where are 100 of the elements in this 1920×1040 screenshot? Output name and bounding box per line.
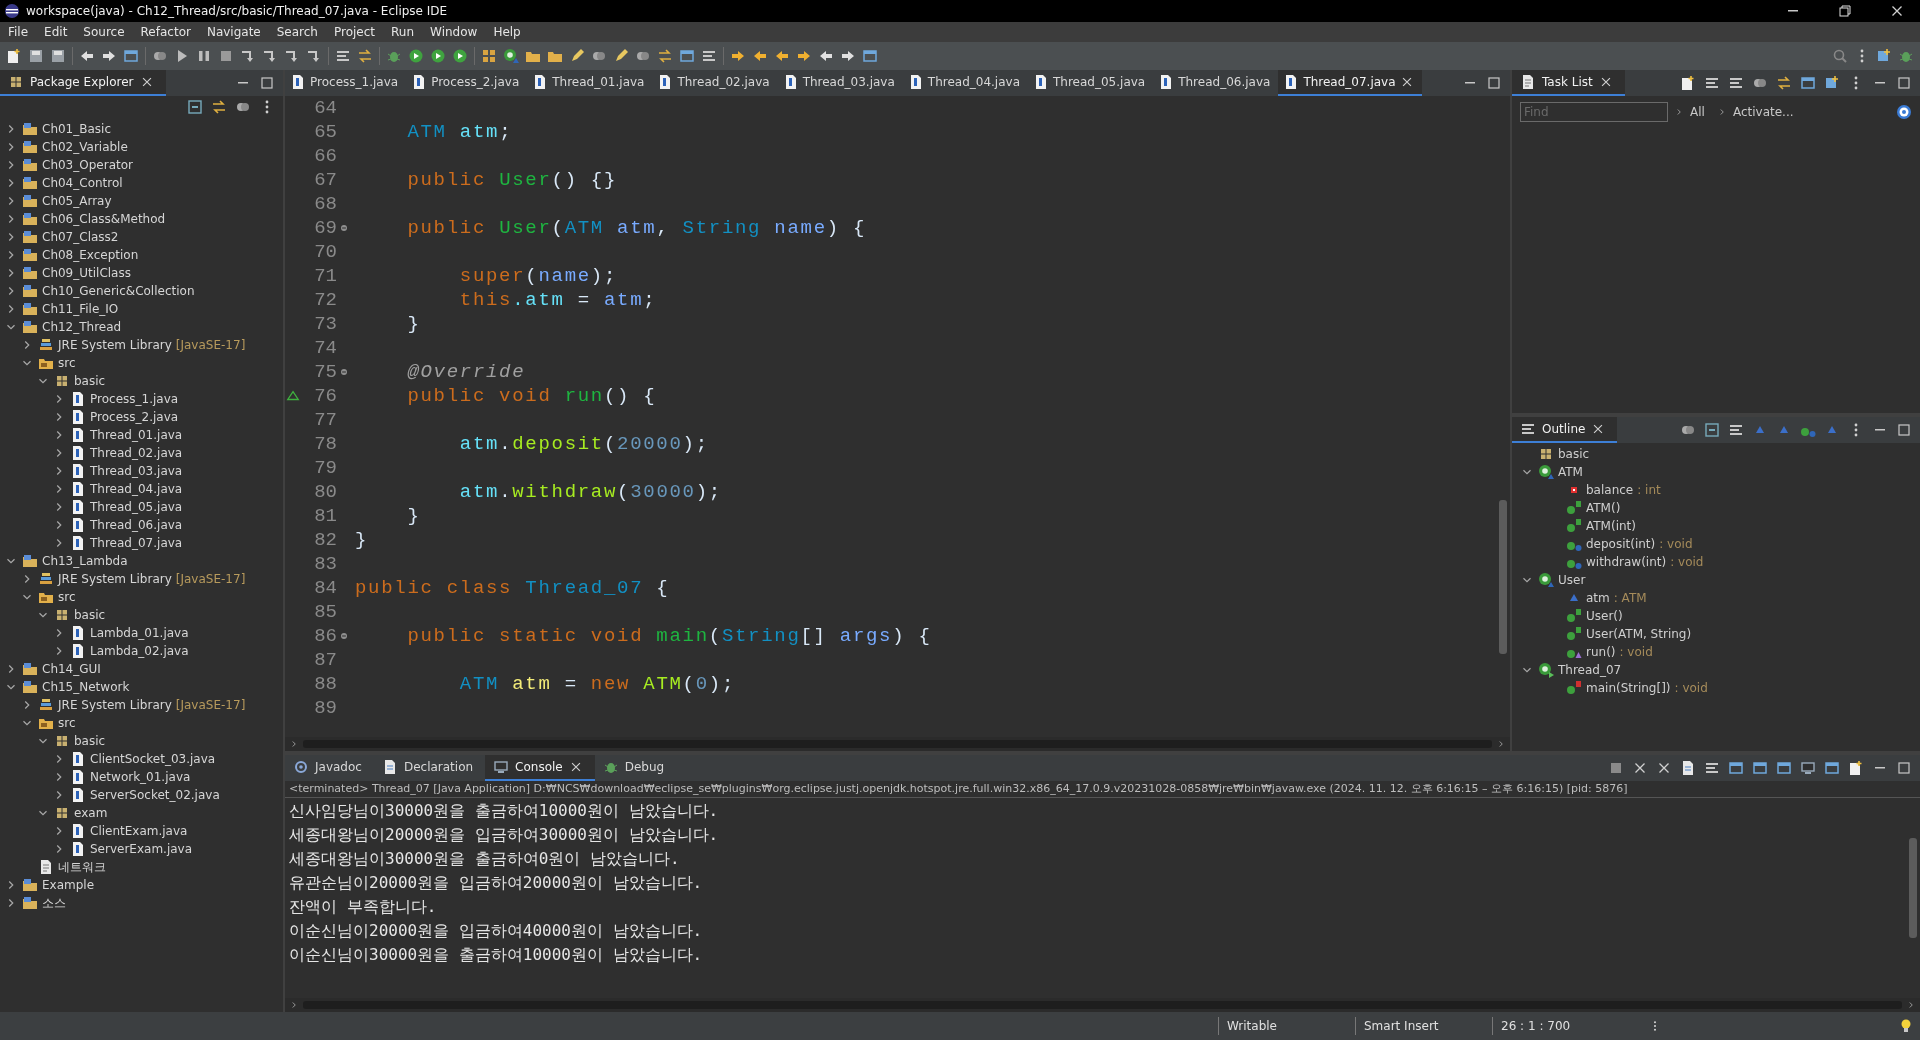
- code-line: public static void main(String[] args) {: [406, 625, 932, 647]
- editor-tab[interactable]: Thread_06.java: [1153, 70, 1279, 96]
- tree-item[interactable]: Ch14_GUI: [42, 662, 101, 676]
- editor-tab[interactable]: Thread_04.java: [902, 70, 1028, 96]
- editor-tab[interactable]: Thread_01.java: [527, 70, 653, 96]
- view-tab[interactable]: Outline: [1512, 417, 1618, 443]
- editor-tab[interactable]: Process_2.java: [406, 70, 528, 96]
- outline-item[interactable]: balance: [1586, 483, 1634, 497]
- tree-item[interactable]: Thread_01.java: [90, 428, 183, 442]
- filter-link[interactable]: All: [1690, 105, 1711, 119]
- line-number: 82: [313, 529, 337, 551]
- outline-item[interactable]: Thread_07: [1558, 663, 1622, 677]
- tree-item[interactable]: basic: [74, 734, 106, 748]
- tree-item[interactable]: Thread_04.java: [90, 482, 183, 496]
- view-tab[interactable]: Console: [485, 755, 595, 781]
- outline-item[interactable]: User: [1558, 573, 1586, 587]
- view-tab[interactable]: Package Explorer: [0, 70, 166, 96]
- tree-item[interactable]: Thread_06.java: [90, 518, 183, 532]
- tree-item[interactable]: src: [58, 716, 76, 730]
- view-tab[interactable]: Javadoc: [285, 755, 374, 781]
- line-number: 87: [313, 649, 337, 671]
- tree-item[interactable]: ClientSocket_03.java: [90, 752, 216, 766]
- menu-item[interactable]: Search: [268, 25, 326, 39]
- tree-item[interactable]: Process_2.java: [90, 410, 179, 424]
- code-line: atm.deposit(20000);: [458, 433, 709, 455]
- tree-item[interactable]: Thread_03.java: [90, 464, 183, 478]
- menu-item[interactable]: Run: [383, 25, 423, 39]
- tree-item[interactable]: 네트워크: [58, 858, 106, 876]
- tree-item[interactable]: Process_1.java: [90, 392, 179, 406]
- tree-item[interactable]: src: [58, 590, 76, 604]
- line-number: 76: [313, 385, 337, 407]
- console-output-line: 이순신님이20000원을 입금하여40000원이 남았습니다.: [289, 921, 704, 942]
- outline-item[interactable]: atm: [1586, 591, 1610, 605]
- tree-item[interactable]: Ch05_Array: [42, 194, 112, 208]
- tree-item[interactable]: Ch02_Variable: [42, 140, 128, 154]
- menu-item[interactable]: Edit: [36, 25, 76, 39]
- tree-item[interactable]: Example: [42, 878, 95, 892]
- outline-item[interactable]: deposit(int): [1586, 537, 1656, 551]
- console-header: <terminated> Thread_07 [Java Application] D:₩NCS₩download₩eclipse_se₩plugins₩org.eclipse.justj.openjdk.hotspot.jre.full.win32.x86_64_17.0.9.v20231028-0858₩jre₩bin₩javaw.exe (2024. 11. 12. 오후 6:16:15 – 오후 6:16:15) [pid: 5876]: [285, 781, 1920, 798]
- menu-item[interactable]: Navigate: [198, 25, 269, 39]
- view-tab[interactable]: Declaration: [373, 755, 486, 781]
- tree-item[interactable]: Thread_07.java: [90, 536, 183, 550]
- tree-item[interactable]: basic: [74, 608, 106, 622]
- line-number: 69: [313, 217, 337, 239]
- editor-tab[interactable]: Thread_03.java: [777, 70, 903, 96]
- outline-item[interactable]: User(ATM, String): [1586, 627, 1692, 641]
- menu-item[interactable]: Window: [422, 25, 486, 39]
- editor-tab[interactable]: Thread_05.java: [1028, 70, 1154, 96]
- tree-item[interactable]: JRE System Library: [58, 698, 172, 712]
- tree-item[interactable]: Ch01_Basic: [42, 122, 112, 136]
- line-number: 77: [313, 409, 337, 431]
- menu-item[interactable]: Project: [325, 25, 384, 39]
- tree-item[interactable]: Ch07_Class2: [42, 230, 119, 244]
- outline-item[interactable]: main(String[]): [1586, 681, 1671, 695]
- tree-item[interactable]: Ch06_Class&Method: [42, 212, 166, 226]
- editor-tab[interactable]: Thread_07.java: [1278, 70, 1422, 96]
- outline-item[interactable]: ATM: [1558, 465, 1583, 479]
- tree-item[interactable]: Ch04_Control: [42, 176, 123, 190]
- tree-item[interactable]: JRE System Library: [58, 338, 172, 352]
- status-field: Writable: [1218, 1017, 1355, 1035]
- tree-item[interactable]: JRE System Library: [58, 572, 172, 586]
- tree-item[interactable]: Ch10_Generic&Collection: [42, 284, 195, 298]
- editor-tab[interactable]: Process_1.java: [285, 70, 407, 96]
- tree-item[interactable]: ServerSocket_02.java: [90, 788, 220, 802]
- editor-tab[interactable]: Thread_02.java: [652, 70, 778, 96]
- tree-item[interactable]: Ch13_Lambda: [42, 554, 128, 568]
- tree-item[interactable]: Lambda_02.java: [90, 644, 189, 658]
- tree-item[interactable]: Thread_02.java: [90, 446, 183, 460]
- filter-link[interactable]: Activate...: [1732, 105, 1800, 119]
- outline-item[interactable]: basic: [1558, 447, 1590, 461]
- tree-item[interactable]: exam: [74, 806, 108, 820]
- menu-item[interactable]: File: [0, 25, 37, 39]
- tree-item[interactable]: Network_01.java: [90, 770, 191, 784]
- outline-item[interactable]: User(): [1586, 609, 1623, 623]
- tree-item[interactable]: Ch09_UtilClass: [42, 266, 131, 280]
- menu-item[interactable]: Help: [485, 25, 529, 39]
- tree-item[interactable]: Ch08_Exception: [42, 248, 139, 262]
- outline-item[interactable]: withdraw(int): [1586, 555, 1667, 569]
- tree-item[interactable]: 소스: [42, 894, 66, 912]
- outline-item[interactable]: run(): [1586, 645, 1616, 659]
- tree-item[interactable]: ServerExam.java: [90, 842, 193, 856]
- tree-item[interactable]: src: [58, 356, 76, 370]
- tree-item[interactable]: Ch15_Network: [42, 680, 130, 694]
- menu-item[interactable]: Source: [75, 25, 133, 39]
- view-tab[interactable]: Debug: [594, 755, 677, 781]
- tree-item[interactable]: ClientExam.java: [90, 824, 188, 838]
- tree-item[interactable]: Thread_05.java: [90, 500, 183, 514]
- tree-item[interactable]: basic: [74, 374, 106, 388]
- tree-item[interactable]: Lambda_01.java: [90, 626, 189, 640]
- menu-item[interactable]: Refactor: [132, 25, 199, 39]
- find-field[interactable]: Find: [1520, 102, 1668, 122]
- outline-item[interactable]: ATM(int): [1586, 519, 1636, 533]
- view-tab[interactable]: Task List: [1512, 70, 1625, 96]
- code-line: }: [406, 505, 421, 527]
- tree-item[interactable]: Ch11_File_IO: [42, 302, 119, 316]
- status-field: 26 : 1 : 700: [1492, 1017, 1629, 1035]
- code-line: public void run() {: [406, 385, 657, 407]
- outline-item[interactable]: ATM(): [1586, 501, 1621, 515]
- tree-item[interactable]: Ch03_Operator: [42, 158, 133, 172]
- tree-item[interactable]: Ch12_Thread: [42, 320, 122, 334]
